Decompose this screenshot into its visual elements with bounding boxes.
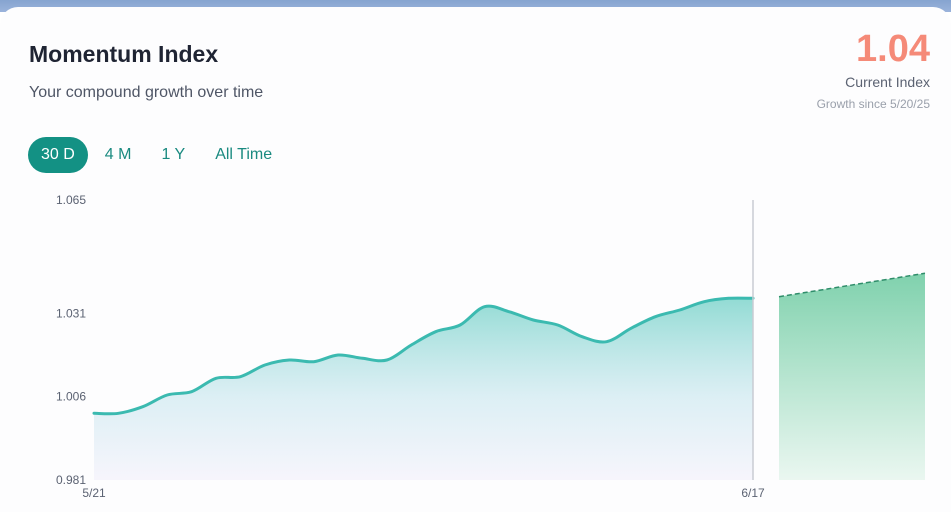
y-tick-label: 1.065 (56, 193, 86, 207)
data-point (165, 393, 169, 397)
data-point (727, 296, 731, 300)
projection-area (779, 273, 925, 480)
data-point (141, 405, 145, 409)
data-point (434, 330, 438, 334)
series-area (94, 298, 753, 480)
data-point (678, 308, 682, 312)
data-point (580, 335, 584, 339)
data-point (605, 340, 609, 344)
data-point (214, 376, 218, 380)
data-point (190, 390, 194, 394)
x-axis-ticks: 5/21 6/17 (82, 486, 765, 500)
y-tick-label: 1.031 (56, 306, 86, 320)
data-point (483, 305, 487, 309)
data-point (238, 375, 242, 379)
data-point (458, 323, 462, 327)
data-point (556, 323, 560, 327)
data-point (702, 300, 706, 304)
data-point (629, 326, 633, 330)
data-point (385, 358, 389, 362)
data-point (507, 310, 511, 314)
x-tick-label: 5/21 (82, 486, 106, 500)
data-point (312, 360, 316, 364)
data-point (751, 296, 755, 300)
data-point (263, 363, 267, 367)
momentum-chart: 1.065 1.031 1.006 0.981 5/21 6/17 (56, 193, 926, 500)
data-point (409, 343, 413, 347)
data-point (287, 358, 291, 362)
data-point (531, 318, 535, 322)
data-point (653, 315, 657, 319)
data-point (116, 411, 120, 415)
data-point (336, 353, 340, 357)
data-point (361, 356, 365, 360)
y-tick-label: 1.006 (56, 390, 86, 404)
y-axis-ticks: 1.065 1.031 1.006 0.981 (56, 193, 86, 487)
y-tick-label: 0.981 (56, 473, 86, 487)
x-tick-label: 6/17 (741, 486, 765, 500)
data-point (92, 411, 96, 415)
